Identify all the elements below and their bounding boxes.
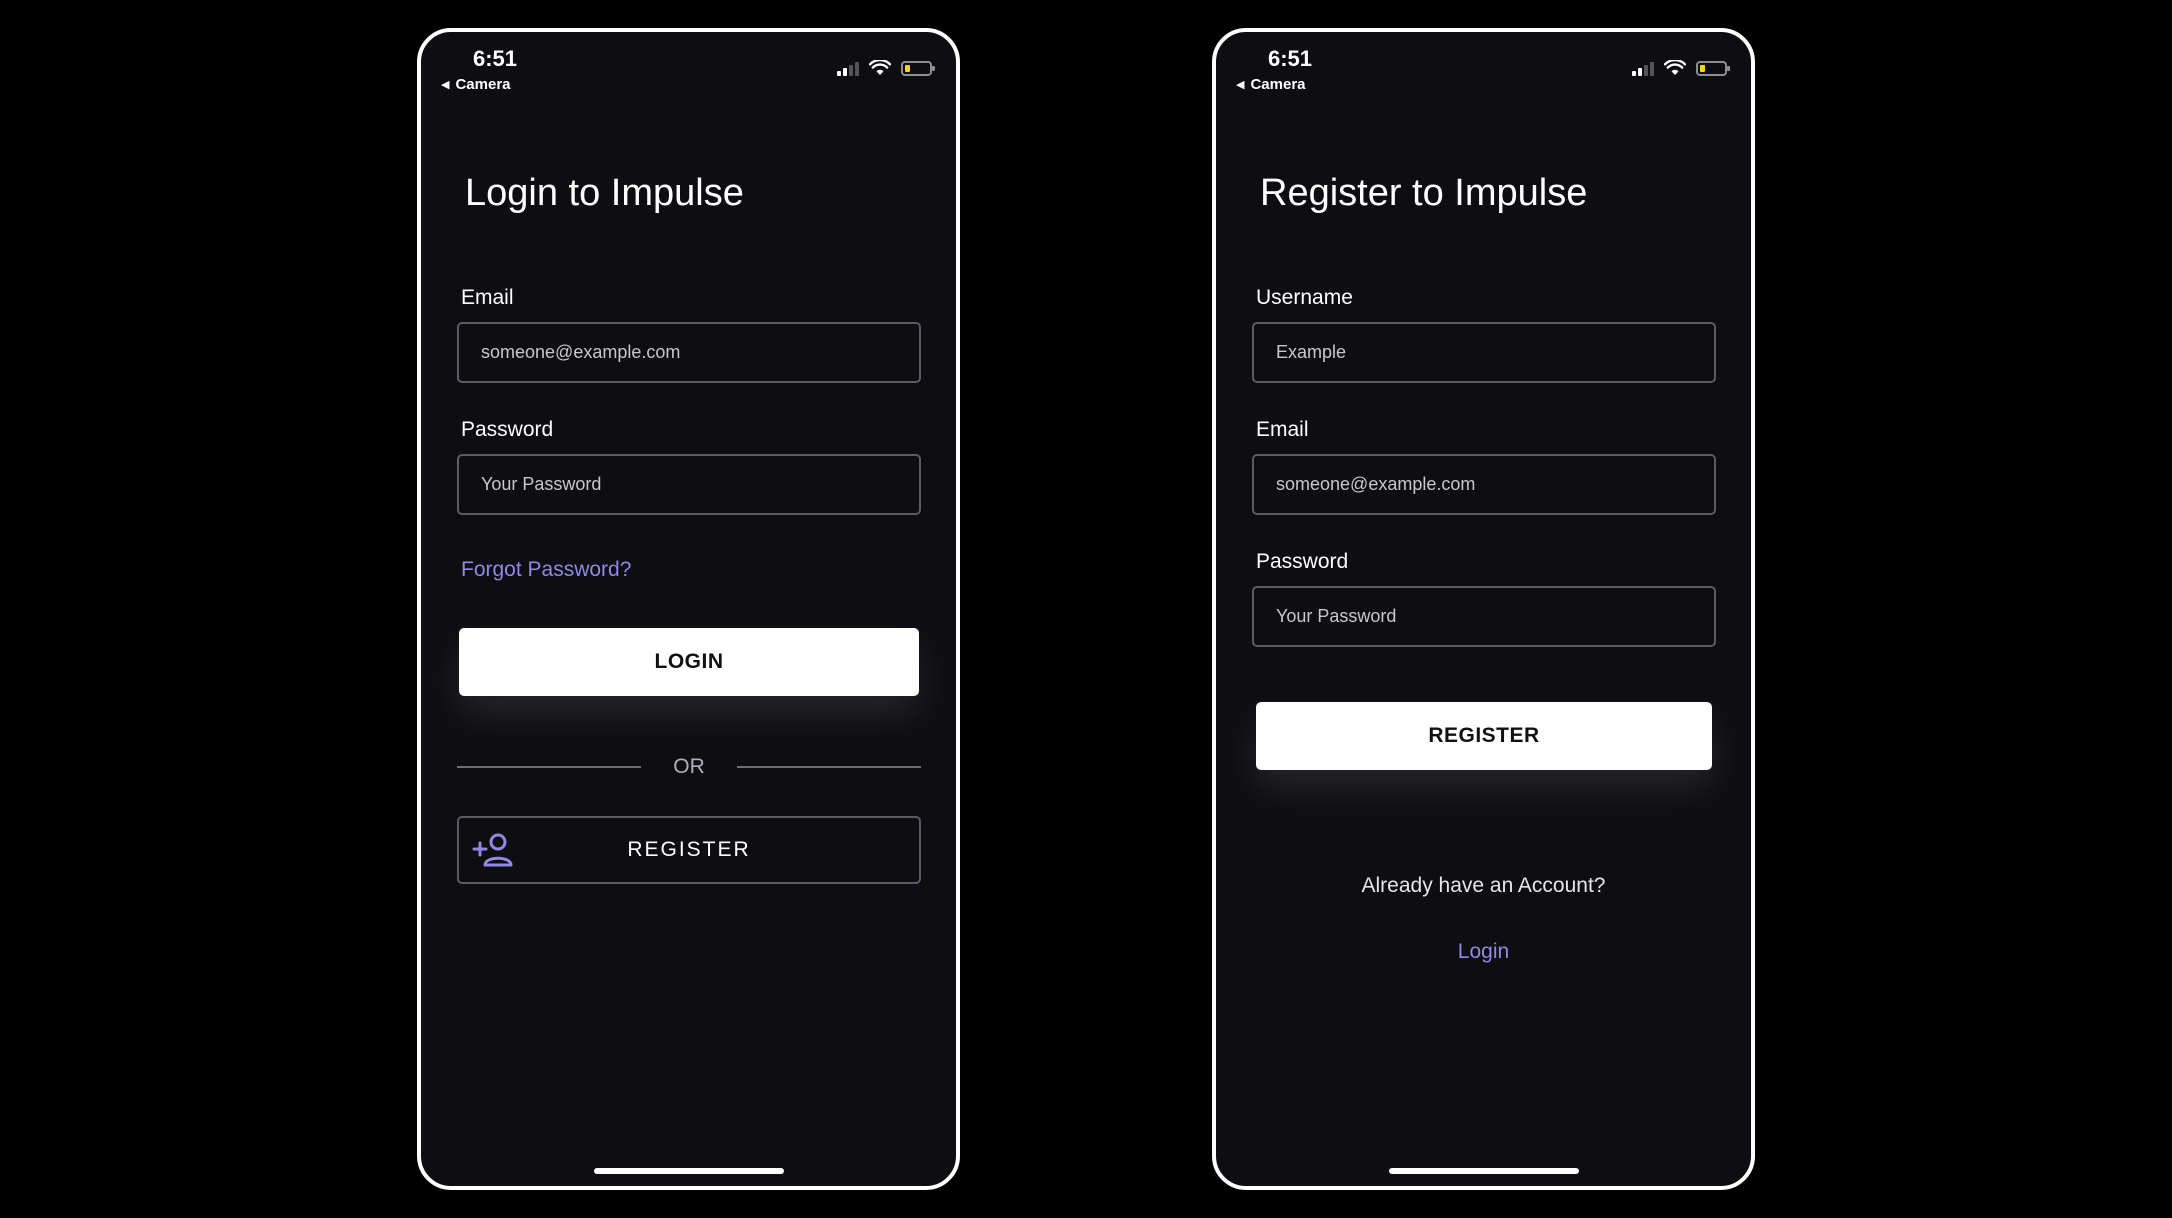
divider-line-right: [737, 766, 921, 768]
add-person-icon: [472, 833, 513, 867]
divider-text: OR: [673, 755, 705, 778]
status-bar: 6:51 ◀ Camera: [1216, 32, 1751, 102]
home-indicator[interactable]: [1388, 1168, 1579, 1174]
register-submit-button[interactable]: REGISTER: [1256, 702, 1712, 770]
back-to-camera-link[interactable]: ◀ Camera: [441, 76, 511, 93]
login-button[interactable]: LOGIN: [459, 628, 919, 696]
back-arrow-icon: ◀: [441, 79, 450, 91]
username-input[interactable]: Example: [1252, 322, 1716, 383]
back-arrow-icon: ◀: [1236, 79, 1245, 91]
password-label: Password: [1256, 550, 1349, 573]
cellular-signal-icon: [837, 62, 859, 76]
password-label: Password: [461, 418, 554, 441]
system-icons: [1632, 60, 1730, 76]
wifi-icon: [1664, 60, 1686, 75]
register-phone-screen: 6:51 ◀ Camera Register to Impulse Userna…: [1212, 28, 1755, 1190]
back-label: Camera: [1250, 76, 1306, 93]
back-label: Camera: [455, 76, 511, 93]
password-input[interactable]: Your Password: [1252, 586, 1716, 647]
system-icons: [837, 60, 935, 76]
wifi-icon: [869, 60, 891, 75]
email-input[interactable]: someone@example.com: [1252, 454, 1716, 515]
page-title: Login to Impulse: [465, 172, 744, 214]
username-label: Username: [1256, 286, 1353, 309]
back-to-camera-link[interactable]: ◀ Camera: [1236, 76, 1306, 93]
status-bar: 6:51 ◀ Camera: [421, 32, 956, 102]
register-button[interactable]: REGISTER: [457, 816, 921, 884]
password-input[interactable]: Your Password: [457, 454, 921, 515]
cellular-signal-icon: [1632, 62, 1654, 76]
login-phone-screen: 6:51 ◀ Camera Login to Impulse Email som…: [417, 28, 960, 1190]
status-time: 6:51: [473, 46, 518, 71]
register-button-label: REGISTER: [627, 838, 751, 861]
battery-icon: [901, 61, 935, 76]
divider-line-left: [457, 766, 641, 768]
login-link[interactable]: Login: [1216, 940, 1751, 964]
email-label: Email: [1256, 418, 1309, 441]
status-time: 6:51: [1268, 46, 1313, 71]
or-divider: OR: [457, 752, 921, 782]
already-account-text: Already have an Account?: [1361, 874, 1606, 897]
email-label: Email: [461, 286, 514, 309]
battery-icon: [1696, 61, 1730, 76]
forgot-password-link[interactable]: Forgot Password?: [461, 558, 631, 582]
email-input[interactable]: someone@example.com: [457, 322, 921, 383]
page-title: Register to Impulse: [1260, 172, 1588, 214]
home-indicator[interactable]: [593, 1168, 784, 1174]
